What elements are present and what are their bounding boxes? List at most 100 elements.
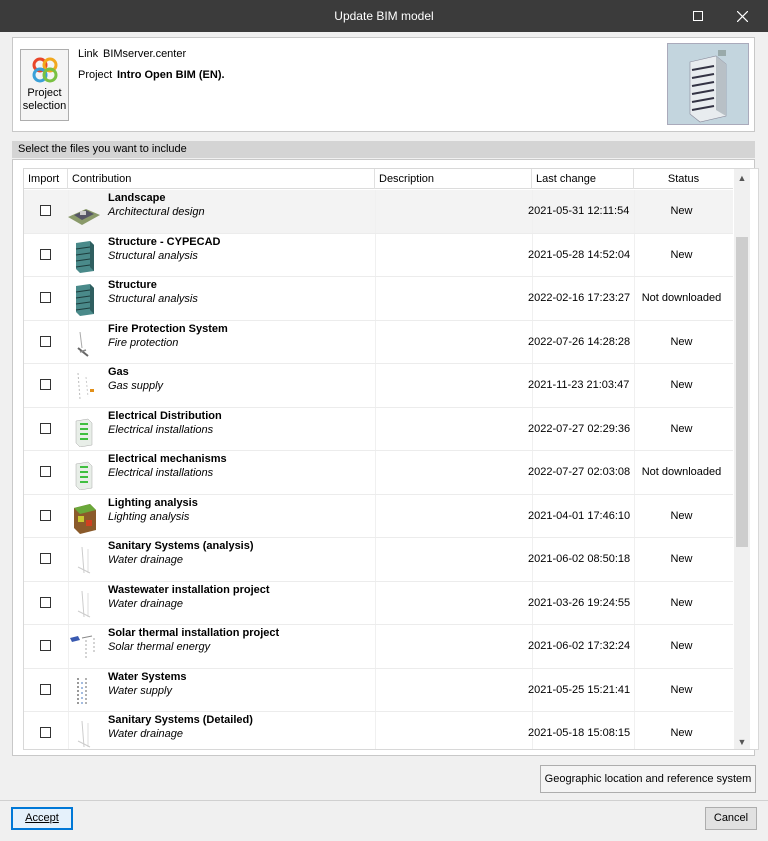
import-checkbox[interactable]: [40, 466, 51, 477]
table-row[interactable]: Electrical mechanisms Electrical installa…: [24, 451, 733, 495]
status-text: New: [670, 379, 693, 391]
scrollbar-thumb[interactable]: [736, 237, 748, 547]
contribution-name: Landscape: [108, 192, 166, 204]
gas-thumb: [66, 369, 102, 403]
status-text: New: [670, 596, 693, 609]
import-checkbox[interactable]: [40, 248, 51, 260]
table-row[interactable]: Water Systems Water supply 2021-05-25 15:2…: [24, 668, 733, 712]
import-checkbox[interactable]: [40, 727, 51, 738]
import-checkbox[interactable]: [40, 509, 51, 521]
contribution-name: Wastewater installation project: [108, 583, 270, 596]
col-import[interactable]: Import: [24, 169, 68, 189]
contribution-name: Electrical Distribution: [108, 409, 222, 422]
col-contribution[interactable]: Contribution: [68, 169, 375, 189]
status-text: New: [670, 553, 693, 565]
scroll-down-icon[interactable]: ▼: [734, 737, 750, 747]
import-checkbox[interactable]: [40, 205, 51, 216]
status-text: New: [670, 683, 693, 696]
contribution-name: Water Systems: [108, 670, 187, 683]
import-checkbox[interactable]: [40, 596, 51, 608]
link-value: BIMserver.center: [103, 48, 187, 60]
status-text: New: [670, 727, 693, 739]
link-label: Link: [78, 48, 99, 60]
import-checkbox[interactable]: [40, 422, 51, 434]
bimserver-logo-icon: [32, 57, 57, 83]
col-description[interactable]: Description: [375, 169, 532, 189]
import-checkbox[interactable]: [40, 379, 51, 390]
status-text: New: [670, 509, 693, 522]
cancel-button[interactable]: Cancel: [705, 807, 757, 830]
import-checkbox[interactable]: [40, 640, 51, 651]
project-thumbnail: [667, 43, 749, 125]
window-title: Update BIM model: [334, 9, 434, 23]
table-row[interactable]: Fire Protection System Fire protection 202…: [24, 320, 733, 364]
table-row[interactable]: Gas Gas supply 2021-11-23 21:03:47 New: [24, 364, 733, 408]
fire-thumb: [66, 326, 102, 360]
status-text: Not downloaded: [641, 292, 722, 304]
contribution-name: Fire Protection System: [108, 322, 228, 335]
close-icon: [736, 10, 748, 22]
import-checkbox[interactable]: [40, 683, 51, 695]
import-checkbox[interactable]: [40, 553, 51, 564]
contribution-category: Electrical installations: [108, 467, 214, 479]
title-bar: Update BIM model: [0, 0, 768, 32]
table-row[interactable]: Structure - CYPECAD Structural analysis 20…: [24, 233, 733, 277]
table-row[interactable]: Wastewater installation project Water dra…: [24, 581, 733, 625]
contribution-name: Gas: [108, 366, 129, 378]
status-text: New: [670, 335, 693, 348]
geographic-location-button[interactable]: Geographic location and reference system: [540, 765, 756, 793]
footer-divider: [0, 800, 768, 801]
project-label: Project: [78, 69, 113, 81]
import-checkbox[interactable]: [40, 335, 51, 347]
project-value: Intro Open BIM (EN).: [117, 69, 225, 81]
contribution-category: Structural analysis: [108, 293, 198, 305]
last-change: 2022-07-27 02:29:36: [528, 422, 631, 435]
solar-thumb: [66, 630, 102, 664]
last-change: 2022-07-26 14:28:28: [528, 335, 631, 348]
contribution-category: Electrical installations: [108, 423, 214, 436]
last-change: 2021-06-02 08:50:18: [528, 553, 631, 565]
table-row[interactable]: Landscape Architectural design 2021-05-31 …: [24, 190, 733, 234]
status-text: New: [670, 640, 693, 652]
landscape-thumb: [66, 195, 102, 229]
contribution-category: Water drainage: [108, 554, 184, 566]
last-change: 2022-02-16 17:23:27: [528, 292, 631, 304]
project-selection-button[interactable]: Project selection: [20, 49, 69, 121]
contribution-category: Fire protection: [108, 336, 179, 349]
contribution-name: Sanitary Systems (Detailed): [108, 714, 253, 726]
col-last-change[interactable]: Last change: [532, 169, 634, 189]
status-text: Not downloaded: [641, 466, 722, 478]
table-row[interactable]: Lighting analysis Lighting analysis 2021-0…: [24, 494, 733, 538]
accept-button[interactable]: Accept: [11, 807, 73, 830]
contribution-name: Structure - CYPECAD: [108, 235, 221, 248]
project-selection-label: Project selection: [22, 87, 67, 112]
vertical-scrollbar[interactable]: ▲ ▼: [734, 169, 750, 749]
table-row[interactable]: Sanitary Systems (Detailed) Water drainag…: [24, 712, 733, 749]
status-text: New: [670, 205, 693, 217]
table-row[interactable]: Structure Structural analysis 2022-02-16 1…: [24, 277, 733, 321]
contribution-name: Sanitary Systems (analysis): [108, 540, 254, 552]
contribution-category: Solar thermal energy: [108, 641, 211, 653]
water-thumb: [66, 674, 102, 708]
contribution-category: Water drainage: [108, 728, 184, 740]
electrical-thumb: [66, 413, 102, 447]
last-change: 2021-06-02 17:32:24: [528, 640, 631, 652]
maximize-button[interactable]: [678, 0, 718, 32]
col-status[interactable]: Status: [634, 169, 733, 189]
table-row[interactable]: Solar thermal installation project Solar …: [24, 625, 733, 669]
close-button[interactable]: [722, 0, 762, 32]
files-panel: Import Contribution Description Last cha…: [12, 159, 759, 756]
contribution-category: Structural analysis: [108, 249, 198, 262]
files-section-header: Select the files you want to include: [12, 141, 755, 158]
table-row[interactable]: Electrical Distribution Electrical instal…: [24, 407, 733, 451]
pipes-thumb: [66, 717, 102, 749]
pipes-thumb: [66, 587, 102, 621]
structure-thumb: [66, 282, 102, 316]
project-header-panel: Project selection Link BIMserver.center …: [12, 37, 755, 132]
table-row[interactable]: Sanitary Systems (analysis) Water drainag…: [24, 538, 733, 582]
last-change: 2021-11-23 21:03:47: [528, 379, 630, 391]
structure-thumb: [66, 239, 102, 273]
scroll-up-icon[interactable]: ▲: [734, 173, 750, 183]
last-change: 2022-07-27 02:03:08: [528, 466, 631, 478]
import-checkbox[interactable]: [40, 292, 51, 303]
